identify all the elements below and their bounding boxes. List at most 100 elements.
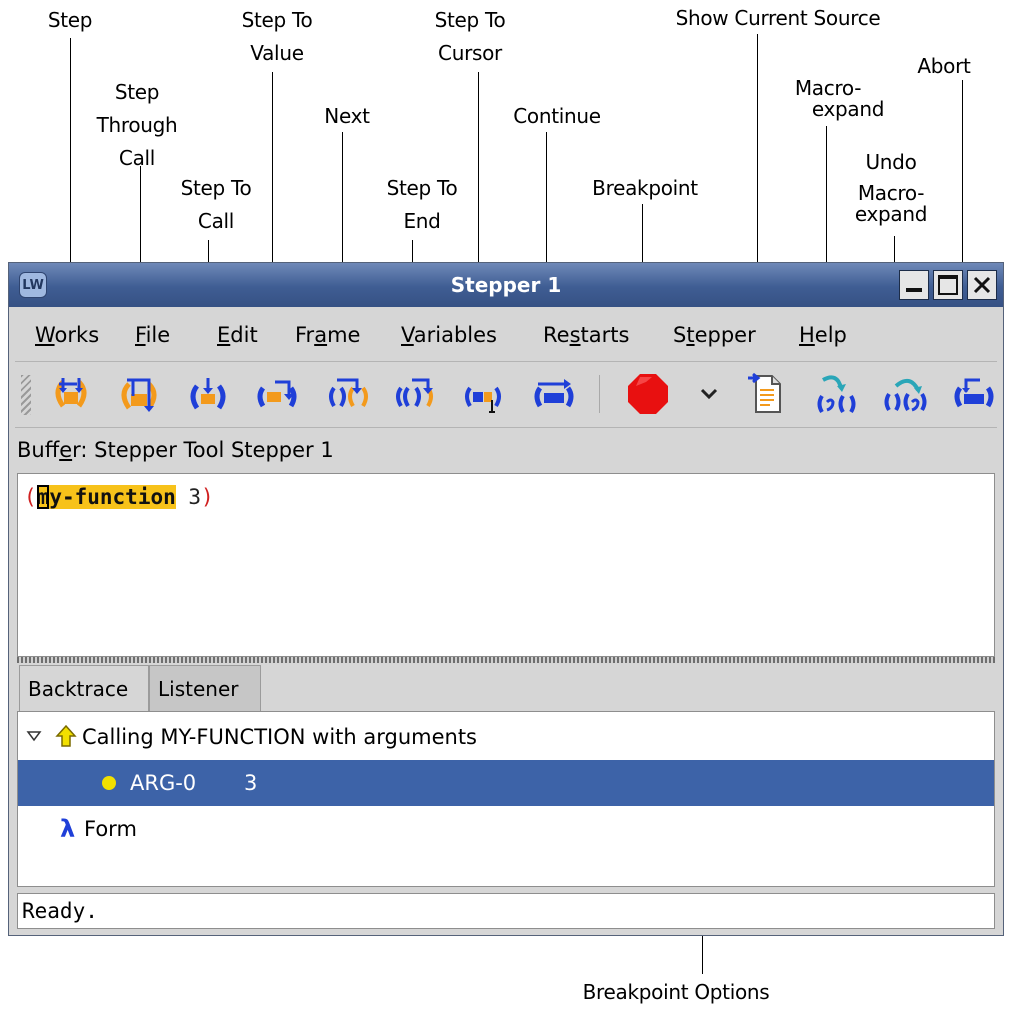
menu-separator: [15, 361, 997, 362]
next-button[interactable]: [324, 371, 370, 417]
close-paren: ): [201, 485, 214, 509]
menu-works[interactable]: Works: [33, 319, 101, 351]
argument-text: 3: [175, 485, 202, 509]
callout-text: Breakpoint Options: [582, 980, 770, 1004]
tree-row-label: Calling MY-FUNCTION with arguments: [82, 725, 478, 749]
menu-mnemonic: F: [135, 323, 146, 347]
show-source-icon: [748, 372, 781, 413]
open-paren: (: [24, 485, 37, 509]
menu-label: ile: [145, 323, 171, 347]
status-bar: Ready.: [17, 893, 995, 929]
step-to-call-button[interactable]: [185, 371, 231, 417]
step-to-value-icon: [257, 380, 297, 408]
toolbar-grip[interactable]: [21, 375, 31, 415]
step-button[interactable]: [48, 371, 94, 417]
code-line[interactable]: (my-function 3): [24, 482, 214, 512]
menu-restarts[interactable]: Restarts: [541, 319, 631, 351]
abort-button[interactable]: [951, 371, 997, 417]
title-bar[interactable]: LW Stepper 1: [9, 263, 1003, 307]
breakpoint-options-button[interactable]: [689, 371, 729, 417]
callout-text: Through: [96, 113, 178, 137]
pane-splitter[interactable]: [17, 657, 995, 663]
menu-bar: Works File Edit Frame Variables Restarts…: [15, 309, 997, 361]
callout-step-to-value: Step To Value: [242, 4, 313, 70]
callout-step-to-cursor: Step To Cursor: [435, 4, 506, 70]
callout-text: expand: [854, 202, 928, 226]
breakpoint-button[interactable]: [625, 371, 671, 417]
buffer-label: Buffer: Stepper Tool Stepper 1: [17, 435, 334, 465]
tab-listener[interactable]: Listener: [149, 665, 261, 711]
abort-icon: [954, 378, 994, 408]
callout-next: Next: [324, 100, 370, 133]
chevron-down-icon: [700, 388, 718, 400]
menu-edit[interactable]: Edit: [215, 319, 260, 351]
menu-mnemonic: W: [35, 323, 55, 347]
continue-button[interactable]: [531, 371, 577, 417]
menu-label: dit: [230, 323, 258, 347]
undo-macroexpand-icon: [884, 378, 927, 412]
step-to-value-button[interactable]: [254, 371, 300, 417]
tree-row-label: Form: [84, 817, 137, 841]
callout-text: Value: [250, 41, 304, 65]
step-through-call-button[interactable]: [116, 371, 162, 417]
step-to-cursor-button[interactable]: [461, 371, 507, 417]
callout-text: Show Current Source: [675, 6, 881, 30]
show-current-source-button[interactable]: [743, 371, 789, 417]
menu-mnemonic: s: [569, 323, 581, 347]
text-cursor: m: [36, 485, 50, 509]
tree-row-arg[interactable]: ARG-0 3: [18, 760, 994, 806]
callout-text: Step: [114, 80, 160, 104]
menu-frame[interactable]: Frame: [293, 319, 362, 351]
callout-text: Step To: [434, 8, 506, 32]
continue-icon: [534, 379, 574, 408]
callout-text: Breakpoint: [592, 176, 698, 200]
callout-text: Abort: [917, 54, 971, 78]
menu-variables[interactable]: Variables: [399, 319, 499, 351]
menu-label: epper: [694, 323, 756, 347]
step-to-end-button[interactable]: [393, 371, 439, 417]
callout-continue: Continue: [513, 100, 601, 133]
callout-step: Step: [47, 4, 93, 37]
buffer-label-text: r: Stepper Tool Stepper 1: [72, 438, 334, 462]
callout-text: Step: [47, 8, 93, 32]
arg-name: ARG-0: [130, 771, 197, 795]
callout-step-to-end: Step To End: [387, 172, 458, 238]
tree-row-calling[interactable]: Calling MY-FUNCTION with arguments: [18, 714, 994, 760]
toolbar-separator: [599, 375, 600, 413]
menu-label: elp: [814, 323, 847, 347]
close-icon[interactable]: [967, 270, 997, 300]
menu-stepper[interactable]: Stepper: [671, 319, 758, 351]
callout-text: Step To: [180, 176, 252, 200]
callout-show-current-source: Show Current Source: [676, 2, 881, 35]
callout-undo-macroexpand: Undo Macro- expand: [854, 146, 928, 231]
macroexpand-icon: [817, 375, 856, 414]
callout-text: Next: [324, 104, 370, 128]
menu-help[interactable]: Help: [797, 319, 849, 351]
tab-backtrace[interactable]: Backtrace: [19, 665, 149, 711]
menu-mnemonic: E: [217, 323, 231, 347]
toolbar: [15, 363, 997, 425]
code-editor[interactable]: (my-function 3): [17, 473, 995, 657]
next-icon: [329, 378, 368, 408]
callout-text: End: [403, 209, 441, 233]
maximize-icon[interactable]: [933, 270, 963, 300]
callout-text: Call: [118, 146, 156, 170]
callout-breakpoint: Breakpoint: [592, 172, 698, 205]
callout-breakpoint-options: Breakpoint Options: [583, 976, 770, 1009]
menu-file[interactable]: File: [133, 319, 172, 351]
menu-label: ariables: [413, 323, 497, 347]
macroexpand-button[interactable]: [813, 371, 859, 417]
highlighted-form: y-function: [49, 485, 176, 509]
callout-text: Cursor: [438, 41, 502, 65]
callout-text: expand: [811, 97, 885, 121]
step-to-cursor-icon: [465, 386, 501, 413]
minimize-icon[interactable]: [899, 270, 929, 300]
menu-label: orks: [54, 323, 100, 347]
callout-text: Step To: [241, 8, 313, 32]
menu-label: Re: [543, 323, 570, 347]
tree-row-form[interactable]: λ Form: [18, 806, 994, 852]
callout-step-through-call: Step Through Call: [97, 76, 178, 175]
callout-abort: Abort: [917, 50, 970, 83]
menu-label: tarts: [580, 323, 630, 347]
undo-macroexpand-button[interactable]: [882, 371, 928, 417]
